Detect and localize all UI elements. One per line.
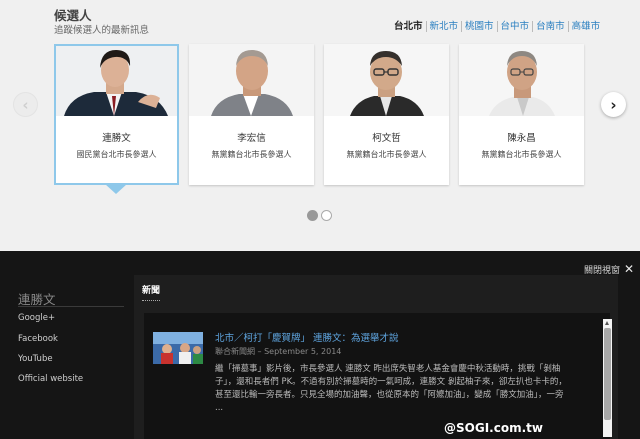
divider <box>18 306 124 307</box>
candidate-role: 無黨籍台北市長參選人 <box>481 150 562 159</box>
candidate-card[interactable]: 陳永昌 無黨籍台北市長參選人 <box>459 44 584 185</box>
carousel-page-dot-2[interactable] <box>321 210 332 221</box>
section-subtitle: 追蹤候選人的最新訊息 <box>54 25 150 36</box>
city-tabs: 台北市 新北市 桃園市 台中市 台南市 高雄市 <box>394 20 603 33</box>
candidate-name: 連勝文 <box>102 133 131 144</box>
city-tab-taoyuan[interactable]: 桃園市 <box>461 21 497 32</box>
news-scrollbar[interactable] <box>603 319 612 437</box>
candidate-role: 國民黨台北市長參選人 <box>76 150 157 159</box>
carousel-prev-button[interactable]: ‹ <box>13 92 38 117</box>
city-tab-new-taipei[interactable]: 新北市 <box>425 21 462 32</box>
news-thumbnail[interactable] <box>153 332 203 364</box>
news-meta: 聯合新聞網 – September 5, 2014 <box>215 347 342 356</box>
candidate-role: 無黨籍台北市長參選人 <box>346 150 427 159</box>
scrollbar-thumb[interactable] <box>604 328 611 420</box>
city-tab-taipei[interactable]: 台北市 <box>394 21 426 32</box>
candidate-name: 陳永昌 <box>507 133 536 144</box>
link-google-plus[interactable]: Google+ <box>18 313 55 323</box>
link-official-website[interactable]: Official website <box>18 374 83 384</box>
candidate-detail-panel: 關閉視窗 ✕ 連勝文 Google+ Facebook YouTube Offi… <box>0 251 640 439</box>
close-icon: ✕ <box>624 262 635 276</box>
city-tab-taichung[interactable]: 台中市 <box>496 21 533 32</box>
carousel-page-dot-1[interactable] <box>307 210 318 221</box>
candidate-photo <box>189 44 314 116</box>
selected-card-pointer <box>105 184 127 194</box>
candidate-card[interactable]: 連勝文 國民黨台北市長參選人 <box>54 44 179 185</box>
candidates-section: 候選人 追蹤候選人的最新訊息 台北市 新北市 桃園市 台中市 台南市 高雄市 ‹… <box>0 0 640 251</box>
candidate-card[interactable]: 李宏信 無黨籍台北市長參選人 <box>189 44 314 185</box>
candidate-name: 柯文哲 <box>372 133 401 144</box>
close-window-button[interactable]: 關閉視窗 ✕ <box>584 262 634 276</box>
news-title-link[interactable]: 北市／柯打「慶賀牌」 連勝文：為選舉才說 <box>215 330 399 344</box>
link-youtube[interactable]: YouTube <box>18 354 53 364</box>
candidate-name: 李宏信 <box>237 133 266 144</box>
candidate-card[interactable]: 柯文哲 無黨籍台北市長參選人 <box>324 44 449 185</box>
close-window-label: 關閉視窗 <box>584 265 621 276</box>
candidate-photo <box>459 44 584 116</box>
link-facebook[interactable]: Facebook <box>18 334 58 344</box>
scroll-up-arrow-icon[interactable] <box>605 321 609 325</box>
candidate-role: 無黨籍台北市長參選人 <box>211 150 292 159</box>
carousel-next-button[interactable]: › <box>601 92 626 117</box>
watermark: @SOGI.com.tw <box>444 421 543 435</box>
news-excerpt: 繼「掃墓事」影片後，市長參選人 連勝文 昨出席失智老人基金會慶中秋活動時，挑戰「… <box>215 364 567 413</box>
city-tab-tainan[interactable]: 台南市 <box>532 21 568 32</box>
tab-news[interactable]: 新聞 <box>142 283 161 301</box>
chevron-right-icon: › <box>610 95 617 114</box>
candidate-photo <box>324 44 449 116</box>
chevron-left-icon: ‹ <box>22 95 29 114</box>
news-panel: 新聞 北市／柯打「慶賀牌」 連勝文：為選舉才說 聯合新聞網 – Septembe… <box>134 275 618 439</box>
candidate-photo <box>56 46 177 116</box>
city-tab-kaohsiung[interactable]: 高雄市 <box>567 21 604 32</box>
